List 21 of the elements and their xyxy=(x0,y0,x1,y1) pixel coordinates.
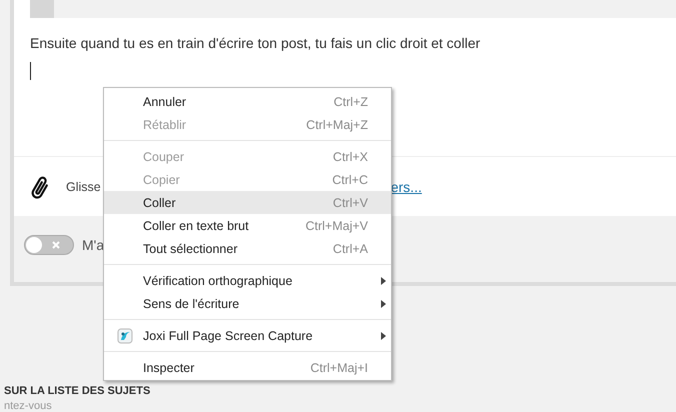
attachment-hint: Glisse xyxy=(66,180,101,194)
close-icon xyxy=(52,241,60,249)
menu-item[interactable]: Annuler Ctrl+Z xyxy=(104,90,391,113)
menu-item[interactable]: Joxi Full Page Screen Capture xyxy=(104,324,391,347)
post-text: Ensuite quand tu es en train d'écrire ton post, tu fais un clic droit et coller xyxy=(30,34,482,51)
menu-item[interactable]: Tout sélectionner Ctrl+A xyxy=(104,237,391,260)
text-caret xyxy=(30,62,31,80)
menu-item[interactable]: Coller Ctrl+V xyxy=(104,191,391,214)
submenu-arrow-icon xyxy=(381,300,386,308)
menu-item[interactable]: Coller en texte brut Ctrl+Maj+V xyxy=(104,214,391,237)
back-to-topics-heading: SUR LA LISTE DES SUJETS xyxy=(4,385,152,398)
bird-icon xyxy=(116,328,132,344)
browse-link[interactable]: ers... xyxy=(390,178,422,194)
submenu-arrow-icon xyxy=(381,332,386,340)
menu-item[interactable]: Inspecter Ctrl+Maj+I xyxy=(104,356,391,379)
notify-label: M'a xyxy=(82,237,104,253)
menu-item[interactable]: Sens de l'écriture xyxy=(104,292,391,315)
notify-toggle[interactable] xyxy=(24,235,74,255)
footer-text: ntez-vous xyxy=(4,400,53,412)
submenu-arrow-icon xyxy=(381,276,386,284)
menu-item[interactable]: Vérification orthographique xyxy=(104,269,391,292)
